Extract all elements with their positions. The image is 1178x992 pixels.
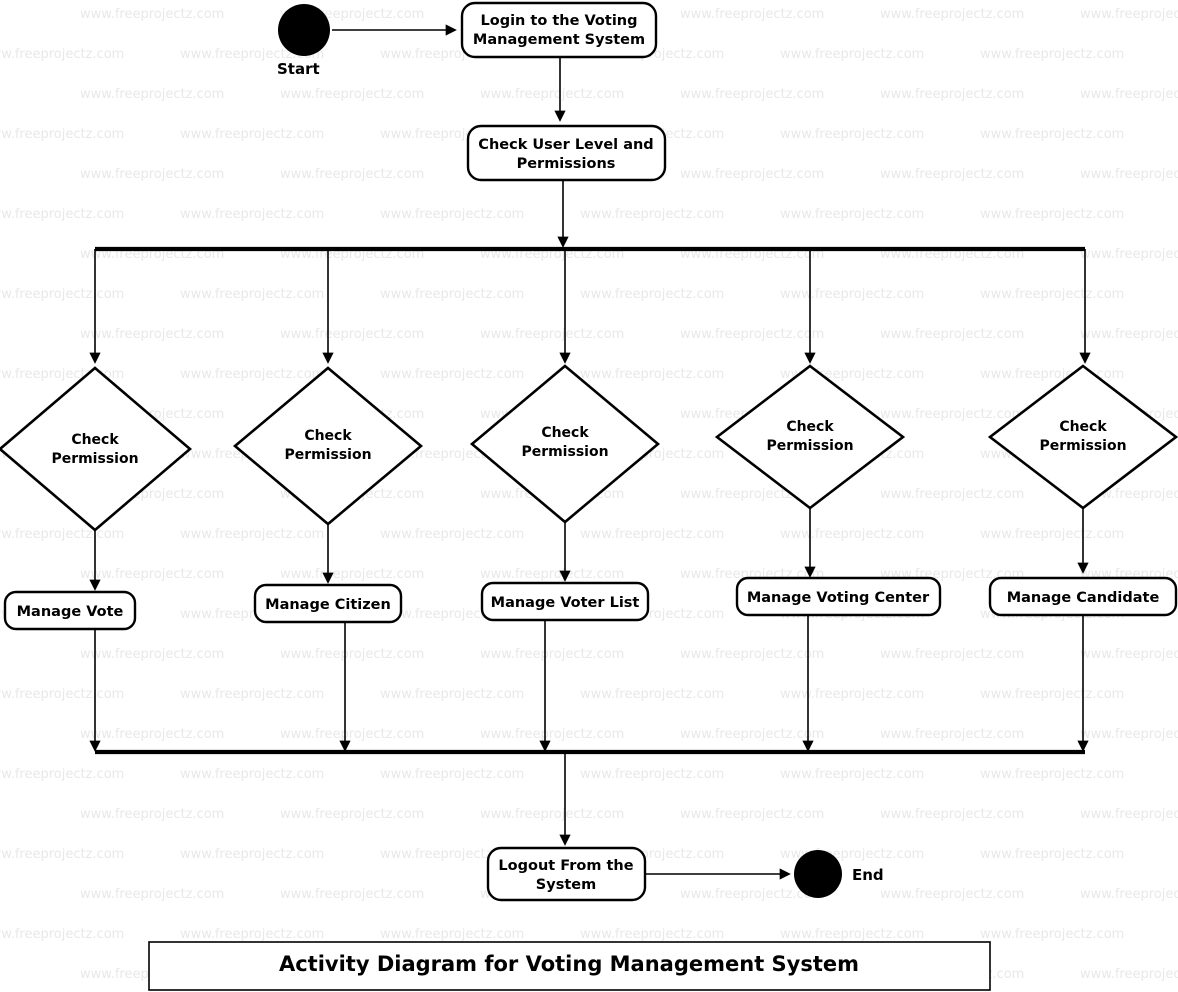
decision-check-permission-candidate-line1: Check	[1059, 419, 1107, 435]
decision-check-permission-citizen-line2: Permission	[284, 447, 371, 463]
start-node-label: Start	[277, 60, 320, 78]
decision-check-permission-voting-center-line2: Permission	[766, 438, 853, 454]
decision-check-permission-voter-list-line1: Check	[541, 425, 589, 441]
decision-check-permission-candidate[interactable]	[987, 364, 1178, 510]
activity-logout-label-line2: System	[536, 877, 596, 893]
activity-diagram: Start Login to the Voting Management Sys…	[0, 1, 1178, 991]
activity-login-label-line2: Management System	[473, 32, 645, 48]
decision-check-permission-voting-center-line1: Check	[786, 419, 834, 435]
diagram-caption: Activity Diagram for Voting Management S…	[279, 952, 859, 976]
decision-check-permission-voting-center[interactable]	[714, 364, 906, 510]
end-node[interactable]	[794, 850, 842, 898]
decision-check-permission-vote[interactable]	[0, 366, 193, 532]
end-node-label: End	[852, 866, 884, 884]
activity-logout-label-line1: Logout From the	[498, 858, 633, 874]
activity-manage-voter-list-label: Manage Voter List	[491, 595, 640, 611]
decision-check-permission-voter-list-line2: Permission	[521, 444, 608, 460]
activity-manage-voting-center-label: Manage Voting Center	[747, 590, 930, 606]
activity-check-user-level-label-line2: Permissions	[517, 156, 616, 172]
start-node[interactable]	[278, 4, 330, 56]
activity-manage-candidate-label: Manage Candidate	[1007, 590, 1160, 606]
decision-check-permission-vote-line2: Permission	[51, 451, 138, 467]
decision-check-permission-citizen-line1: Check	[304, 428, 352, 444]
decision-check-permission-candidate-line2: Permission	[1039, 438, 1126, 454]
activity-diagram-canvas: www.freeprojectz.com www.freeprojectz.com…	[0, 0, 1178, 992]
decision-check-permission-vote-line1: Check	[71, 432, 119, 448]
activity-login[interactable]	[460, 1, 658, 59]
activity-manage-vote-label: Manage Vote	[17, 604, 124, 620]
decision-check-permission-citizen[interactable]	[232, 366, 424, 526]
activity-check-user-level-label-line1: Check User Level and	[478, 137, 653, 153]
activity-login-label-line1: Login to the Voting	[481, 13, 638, 29]
activity-manage-citizen-label: Manage Citizen	[265, 597, 391, 613]
